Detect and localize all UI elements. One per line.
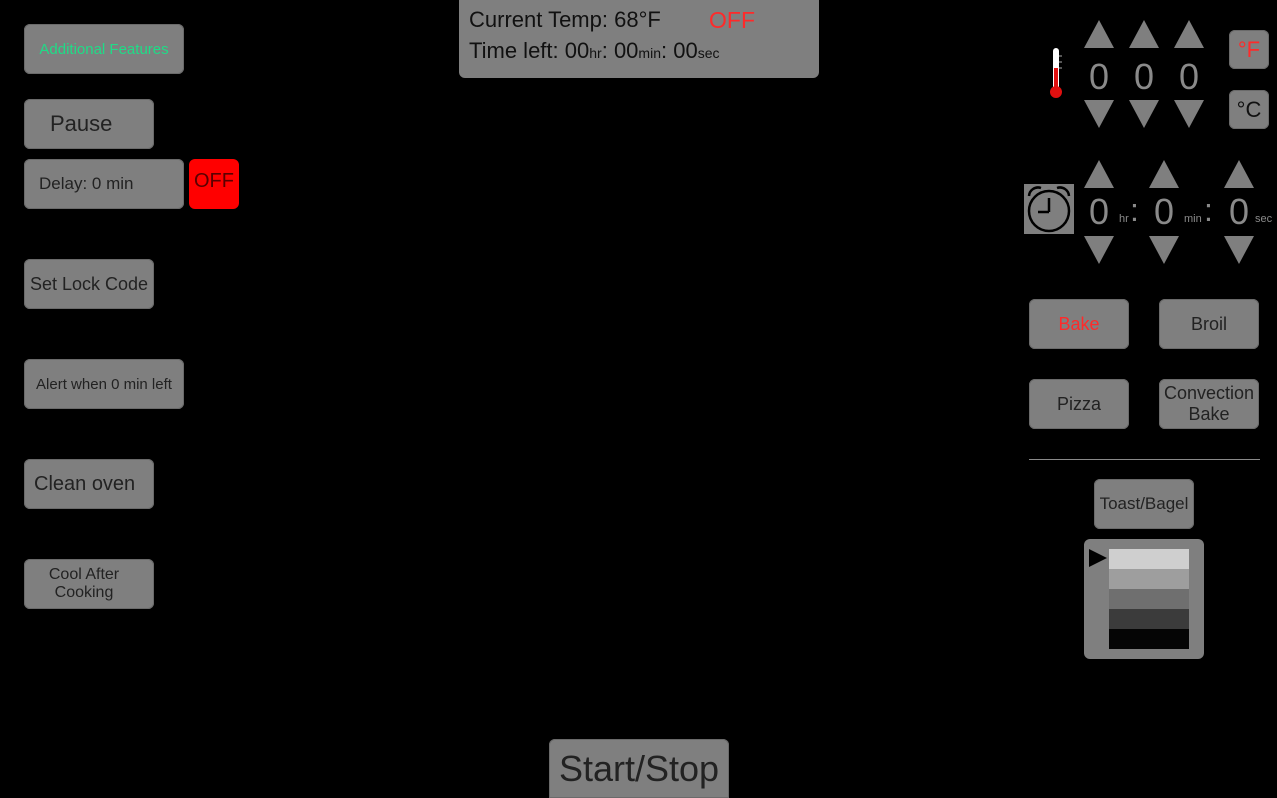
- toast-shade-level-1[interactable]: [1109, 549, 1189, 569]
- celsius-button[interactable]: °C: [1229, 90, 1269, 129]
- cool-after-cooking-button[interactable]: Cool After Cooking: [24, 559, 154, 609]
- timer-hours-down-arrow[interactable]: [1084, 236, 1114, 264]
- time-left-hr: 00: [564, 38, 590, 63]
- toast-bagel-button[interactable]: Toast/Bagel: [1094, 479, 1194, 529]
- timer-minutes-down-arrow[interactable]: [1149, 236, 1179, 264]
- alert-button[interactable]: Alert when 0 min left: [24, 359, 184, 409]
- time-left-min: 00: [613, 38, 639, 63]
- temp-tens-up-arrow[interactable]: [1129, 20, 1159, 48]
- set-lock-code-label: Set Lock Code: [29, 273, 149, 294]
- time-left-sep-1: :: [601, 38, 614, 63]
- delay-button[interactable]: Delay: 0 min: [24, 159, 184, 209]
- timer-colon-1: :: [1130, 192, 1139, 228]
- time-left-min-unit: min: [638, 45, 661, 61]
- power-status: OFF: [709, 7, 755, 33]
- clean-oven-label: Clean oven: [34, 472, 136, 495]
- timer-hr-label: hr: [1119, 213, 1129, 225]
- celsius-label: °C: [1236, 96, 1262, 122]
- time-left-prefix: Time left:: [469, 38, 565, 63]
- pizza-button[interactable]: Pizza: [1029, 379, 1129, 429]
- temp-ones-digit: 0: [1178, 56, 1200, 97]
- timer-colon-2: :: [1204, 192, 1213, 228]
- temp-ones-down-arrow[interactable]: [1174, 100, 1204, 128]
- fahrenheit-button[interactable]: °F: [1229, 30, 1269, 69]
- additional-features-button[interactable]: Additional Features: [24, 24, 184, 74]
- pizza-label: Pizza: [1056, 393, 1101, 414]
- alarm-clock-icon: [1024, 184, 1074, 234]
- set-lock-code-button[interactable]: Set Lock Code: [24, 259, 154, 309]
- time-left-sec: 00: [673, 38, 698, 63]
- additional-features-label: Additional Features: [39, 40, 169, 58]
- convection-bake-label-line1: Convection: [1163, 383, 1255, 403]
- timer-seconds-down-arrow[interactable]: [1224, 236, 1254, 264]
- clean-oven-button[interactable]: Clean oven: [24, 459, 154, 509]
- shade-pointer-icon: [1089, 549, 1107, 567]
- toast-bagel-label: Toast/Bagel: [1099, 494, 1189, 513]
- delay-toggle-button[interactable]: OFF: [189, 159, 239, 209]
- time-left-sec-unit: sec: [697, 45, 720, 61]
- timer-min-label: min: [1184, 213, 1202, 225]
- time-left-hr-unit: hr: [589, 45, 602, 61]
- broil-button[interactable]: Broil: [1159, 299, 1259, 349]
- temp-hundreds-digit: 0: [1088, 56, 1110, 97]
- timer-seconds-digit: 0: [1228, 191, 1250, 232]
- convection-bake-label-line2: Bake: [1188, 404, 1230, 424]
- time-left-readout: Time left: 00hr: 00min: 00sec: [469, 38, 720, 64]
- timer-sec-label: sec: [1255, 213, 1273, 225]
- toast-shade-level-4[interactable]: [1109, 609, 1189, 629]
- timer-minutes-up-arrow[interactable]: [1149, 160, 1179, 188]
- thermometer-icon: [1050, 48, 1062, 98]
- timer-hours-up-arrow[interactable]: [1084, 160, 1114, 188]
- fahrenheit-label: °F: [1237, 36, 1261, 62]
- temp-hundreds-up-arrow[interactable]: [1084, 20, 1114, 48]
- timer-hours-digit: 0: [1088, 191, 1110, 232]
- temp-ones-up-arrow[interactable]: [1174, 20, 1204, 48]
- temp-hundreds-down-arrow[interactable]: [1084, 100, 1114, 128]
- toast-shade-selector: [1084, 539, 1204, 659]
- time-left-sep-2: :: [660, 38, 674, 63]
- temp-tens-down-arrow[interactable]: [1129, 100, 1159, 128]
- temp-tens-digit: 0: [1133, 56, 1155, 97]
- toast-shade-level-5[interactable]: [1109, 629, 1189, 649]
- start-stop-label: Start/Stop: [558, 747, 720, 789]
- toast-shade-level-3[interactable]: [1109, 589, 1189, 609]
- timer-seconds-up-arrow[interactable]: [1224, 160, 1254, 188]
- pause-label: Pause: [50, 111, 113, 136]
- delay-label: Delay: 0 min: [39, 174, 134, 193]
- cool-after-cooking-label-line2: Cooking: [54, 584, 114, 601]
- delay-toggle-label: OFF: [194, 170, 234, 192]
- broil-label: Broil: [1190, 313, 1227, 334]
- pause-button[interactable]: Pause: [24, 99, 154, 149]
- mode-divider: [1029, 459, 1260, 460]
- bake-label: Bake: [1058, 313, 1100, 334]
- convection-bake-button[interactable]: Convection Bake: [1159, 379, 1259, 429]
- status-panel: Current Temp: 68°F OFF Time left: 00hr: …: [459, 0, 819, 78]
- current-temp-label: Current Temp: 68°F: [469, 7, 661, 32]
- bake-button[interactable]: Bake: [1029, 299, 1129, 349]
- cool-after-cooking-label-line1: Cool After: [48, 566, 120, 583]
- toast-shade-level-2[interactable]: [1109, 569, 1189, 589]
- timer-minutes-digit: 0: [1153, 191, 1175, 232]
- alert-label: Alert when 0 min left: [36, 375, 172, 393]
- start-stop-button[interactable]: Start/Stop: [549, 739, 729, 798]
